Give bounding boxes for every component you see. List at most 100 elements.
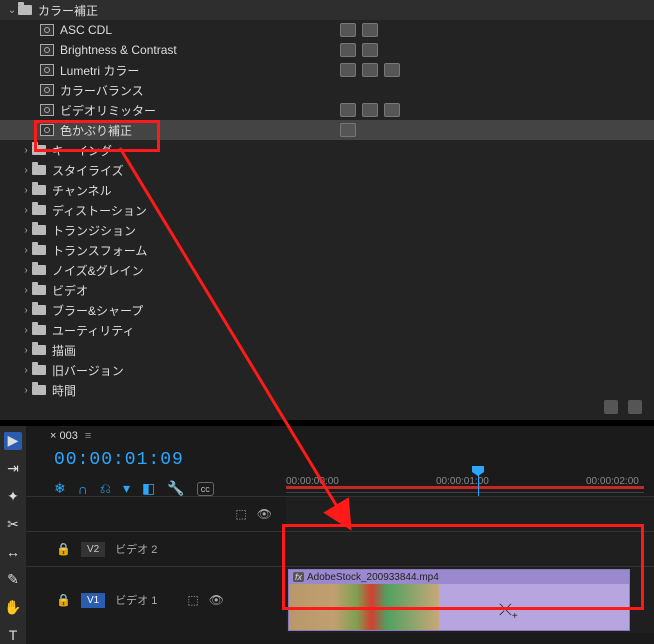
track-toggle-icon[interactable]: ⬚ xyxy=(187,593,198,607)
effect-label: Brightness & Contrast xyxy=(60,43,177,57)
lock-icon[interactable]: 🔒 xyxy=(56,542,71,556)
effects-folder[interactable]: ›ブラー&シャープ xyxy=(0,300,654,320)
collapse-icon: ⌄ xyxy=(6,5,18,16)
effects-folder[interactable]: ›ビデオ xyxy=(0,280,654,300)
cc-icon[interactable]: cc xyxy=(197,482,214,496)
preset-icon xyxy=(40,44,54,56)
folder-icon xyxy=(32,245,46,255)
timecode-display[interactable]: 00:00:01:09 xyxy=(54,450,184,470)
tool-type[interactable]: T xyxy=(4,626,22,644)
expand-icon: › xyxy=(20,205,32,216)
snap-icon[interactable]: ❄ xyxy=(54,480,66,497)
effect-item[interactable]: Brightness & Contrast xyxy=(0,40,654,60)
effects-folder[interactable]: › キーイング xyxy=(0,140,654,160)
effect-label: カラーバランス xyxy=(60,82,144,99)
effects-panel: ⌄ カラー補正 ASC CDL Brightness & Contrast Lume… xyxy=(0,0,654,420)
expand-icon: › xyxy=(20,225,32,236)
track-eye-icon[interactable]: 👁 xyxy=(257,507,272,521)
effects-folder-parent[interactable]: ⌄ カラー補正 xyxy=(0,0,654,20)
expand-icon: › xyxy=(20,325,32,336)
badge-icon xyxy=(362,43,378,57)
expand-icon: › xyxy=(20,185,32,196)
track-v2-content[interactable] xyxy=(286,532,654,566)
folder-label: トランスフォーム xyxy=(52,242,147,259)
settings-icon[interactable]: 🔧 xyxy=(167,480,184,497)
expand-icon: › xyxy=(20,365,32,376)
folder-label: スタイライズ xyxy=(52,162,124,179)
effects-folder[interactable]: ›旧バージョン xyxy=(0,360,654,380)
badge-icon xyxy=(340,23,356,37)
tool-ripple[interactable]: ✦ xyxy=(4,488,22,506)
effects-folder[interactable]: ›チャンネル xyxy=(0,180,654,200)
effects-folder[interactable]: ›時間 xyxy=(0,380,654,400)
fx-badge[interactable]: fx xyxy=(293,572,304,582)
effects-folder[interactable]: ›ユーティリティ xyxy=(0,320,654,340)
expand-icon: › xyxy=(20,165,32,176)
preset-icon xyxy=(40,24,54,36)
folder-icon xyxy=(32,165,46,175)
marker-icon[interactable]: ▾ xyxy=(123,480,130,497)
link-icon[interactable]: ⎌ xyxy=(100,480,111,497)
effects-folder[interactable]: ›トランスフォーム xyxy=(0,240,654,260)
panel-footer xyxy=(604,400,642,414)
tool-hand[interactable]: ✋ xyxy=(4,599,22,617)
folder-icon xyxy=(32,345,46,355)
folder-label: ビデオ xyxy=(52,282,88,299)
effects-folder[interactable]: ›ノイズ&グレイン xyxy=(0,260,654,280)
track-eye-icon[interactable]: 👁 xyxy=(209,593,224,607)
video-clip[interactable]: fx AdobeStock_200933844.mp4 ⤬+ xyxy=(288,569,630,631)
trash-icon[interactable] xyxy=(628,400,642,414)
badge-icon xyxy=(384,63,400,77)
badge-icon xyxy=(362,63,378,77)
track-tag[interactable]: V1 xyxy=(81,593,105,608)
marker2-icon[interactable]: ◧ xyxy=(142,480,155,497)
badge-icon xyxy=(362,103,378,117)
expand-icon: › xyxy=(20,385,32,396)
time-ruler[interactable]: 00:00:00:00 00:00:01:00 00:00:02:00 xyxy=(286,472,644,493)
track-v2[interactable]: 🔒 V2 ビデオ 2 xyxy=(26,531,654,566)
tool-razor[interactable]: ✂ xyxy=(4,515,22,533)
tool-pen[interactable]: ✎ xyxy=(4,571,22,589)
sequence-tab[interactable]: × 003 ≡ xyxy=(50,430,91,442)
tool-slip[interactable]: ↔ xyxy=(4,543,22,561)
folder-label: 描画 xyxy=(52,342,76,359)
tool-track-select[interactable]: ⇥ xyxy=(4,460,22,478)
folder-icon xyxy=(32,205,46,215)
magnet-icon[interactable]: ∩ xyxy=(78,481,88,497)
preset-icon xyxy=(40,84,54,96)
effect-item[interactable]: カラーバランス xyxy=(0,80,654,100)
effects-folder[interactable]: › ディストーション xyxy=(0,200,654,220)
effect-label: Lumetri カラー xyxy=(60,62,139,79)
folder-icon xyxy=(32,225,46,235)
expand-icon: › xyxy=(20,145,32,156)
preset-icon xyxy=(40,64,54,76)
effects-folder[interactable]: › スタイライズ xyxy=(0,160,654,180)
clip-name: AdobeStock_200933844.mp4 xyxy=(307,572,439,583)
track-v1[interactable]: 🔒 V1 ビデオ 1 ⬚ 👁 fx AdobeStock_200933844.m… xyxy=(26,566,654,633)
effect-item[interactable]: ビデオリミッター xyxy=(0,100,654,120)
track-toggle-icon[interactable]: ⬚ xyxy=(235,507,246,521)
folder-label: ディストーション xyxy=(52,202,147,219)
expand-icon: › xyxy=(20,265,32,276)
clip-header: fx AdobeStock_200933844.mp4 xyxy=(289,570,629,584)
track-tag[interactable]: V2 xyxy=(81,542,105,557)
effects-folder[interactable]: ›トランジション xyxy=(0,220,654,240)
folder-icon xyxy=(32,325,46,335)
tab-menu-icon[interactable]: ≡ xyxy=(85,430,91,442)
folder-label: キーイング xyxy=(52,142,112,159)
new-bin-icon[interactable] xyxy=(604,400,618,414)
render-bar xyxy=(286,486,644,489)
timeline-panel: ▶ ⇥ ✦ ✂ ↔ ✎ ✋ T × 003 ≡ 00:00:01:09 ❄ ∩ … xyxy=(0,426,654,644)
track-v1-content[interactable]: fx AdobeStock_200933844.mp4 ⤬+ xyxy=(286,567,654,633)
folder-icon xyxy=(32,385,46,395)
timeline-controls: ❄ ∩ ⎌ ▾ ◧ 🔧 cc xyxy=(54,480,214,497)
preset-icon xyxy=(40,124,54,136)
lock-icon[interactable]: 🔒 xyxy=(56,593,71,607)
effect-item[interactable]: 色かぶり補正 xyxy=(0,120,654,140)
effects-folder[interactable]: ›描画 xyxy=(0,340,654,360)
track-label: ビデオ 2 xyxy=(115,541,157,557)
tool-select[interactable]: ▶ xyxy=(4,432,22,450)
effect-item[interactable]: Lumetri カラー xyxy=(0,60,654,80)
effect-label: ビデオリミッター xyxy=(60,102,156,119)
effect-item[interactable]: ASC CDL xyxy=(0,20,654,40)
